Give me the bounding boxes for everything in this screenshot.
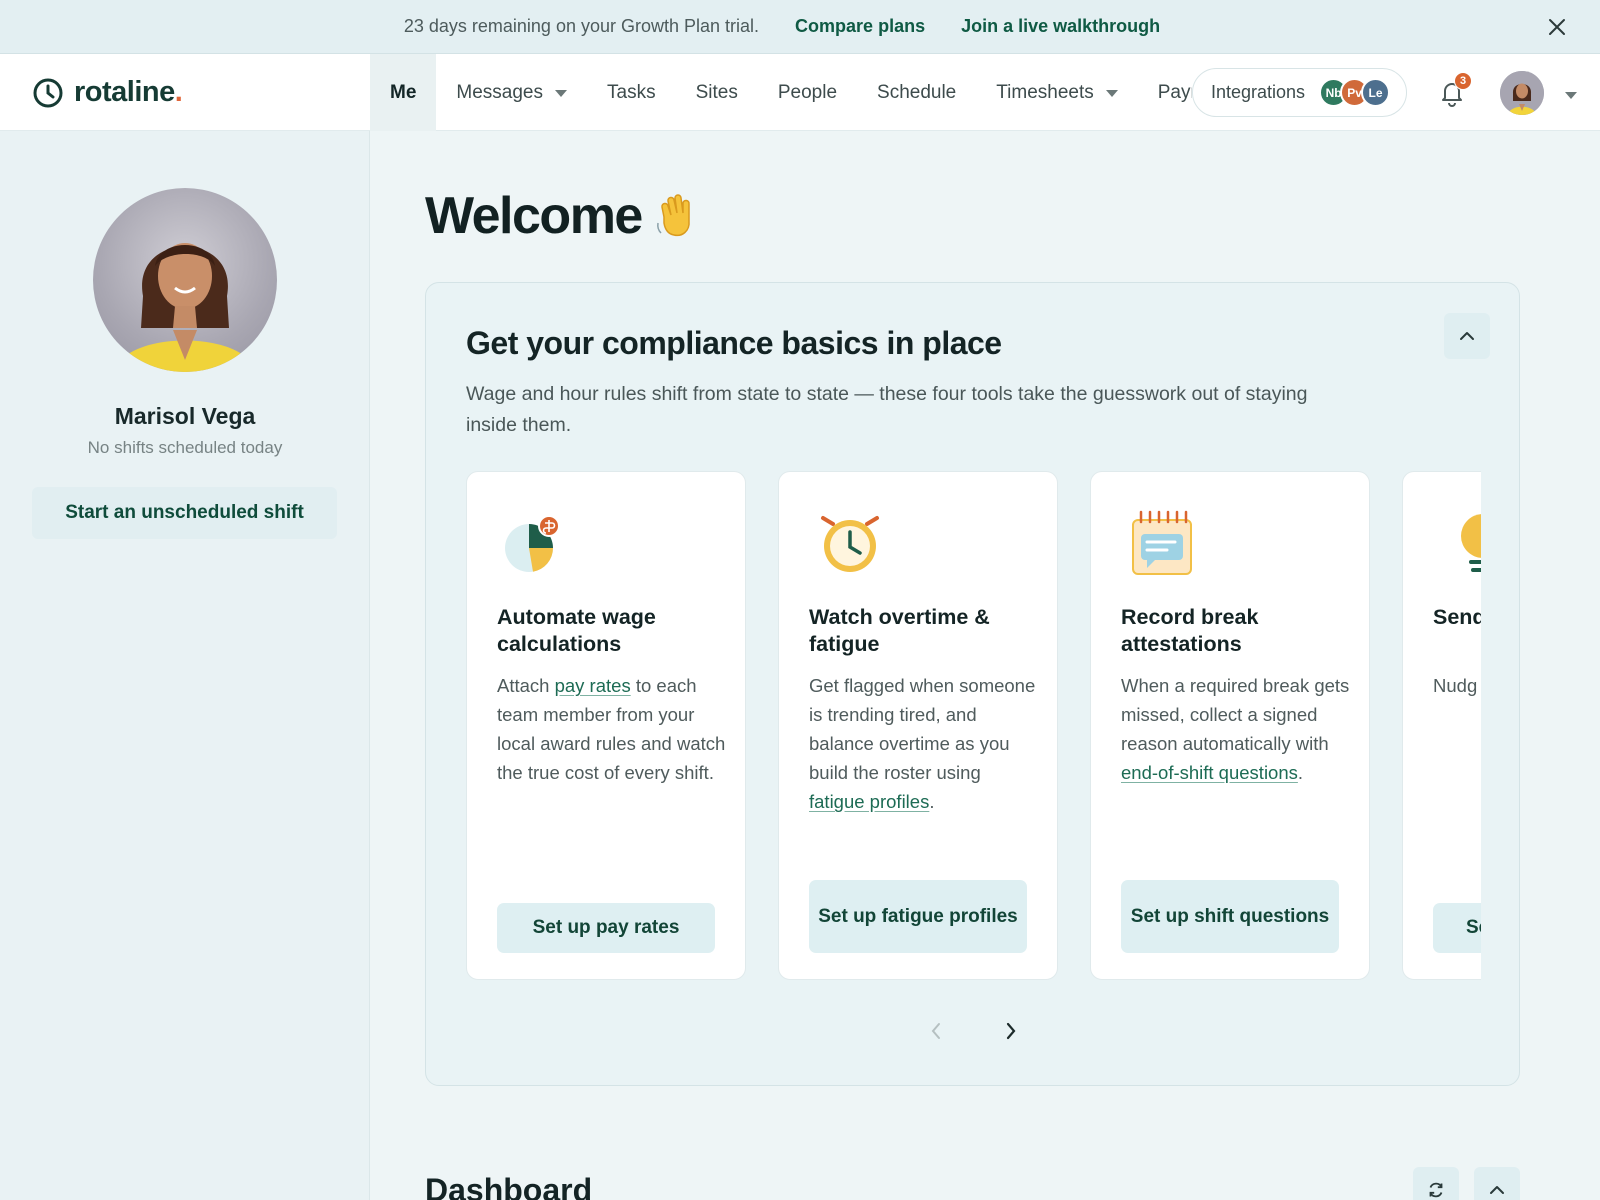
profile-sidebar: Marisol Vega No shifts scheduled today S…	[0, 131, 370, 1200]
notification-badge: 3	[1454, 72, 1472, 90]
clock-logo-icon	[33, 78, 63, 107]
card-wage-calculations: Automate wage calculations Attach pay ra…	[466, 471, 746, 980]
lightbulb-icon	[1461, 514, 1481, 572]
card-body: When a required break gets missed, colle…	[1121, 675, 1350, 783]
user-avatar[interactable]	[1500, 71, 1544, 115]
chevron-up-icon	[1490, 1186, 1504, 1194]
compare-plans-link[interactable]: Compare plans	[795, 16, 925, 37]
start-unscheduled-shift-button[interactable]: Start an unscheduled shift	[32, 487, 337, 539]
card-body: Attach pay rates to each team member fro…	[497, 675, 726, 783]
end-of-shift-questions-link[interactable]: end-of-shift questions	[1121, 762, 1298, 783]
profile-photo	[93, 188, 277, 372]
card-body: Nudg a rest then I in one	[1433, 675, 1481, 696]
chevron-right-icon	[1006, 1022, 1016, 1040]
live-walkthrough-link[interactable]: Join a live walkthrough	[961, 16, 1160, 37]
logo-text: rotaline.	[74, 76, 183, 108]
stopwatch-icon	[821, 516, 879, 572]
compliance-carousel: Automate wage calculations Attach pay ra…	[466, 471, 1481, 981]
top-nav: rotaline. Me Messages Tasks Sites People…	[0, 54, 1600, 131]
chevron-down-icon	[555, 90, 568, 97]
card-body: Get flagged when someone is trending tir…	[809, 675, 1036, 812]
refresh-icon	[1429, 1182, 1443, 1198]
tab-schedule[interactable]: Schedule	[857, 54, 976, 131]
compliance-description: Wage and hour rules shift from state to …	[466, 383, 1308, 436]
chevron-up-icon	[1460, 332, 1474, 340]
card-title: Watch overtime & fatigue	[809, 605, 990, 656]
tab-people[interactable]: People	[758, 54, 857, 131]
wage-chart-icon	[505, 515, 560, 572]
chevron-left-icon	[931, 1023, 940, 1039]
compliance-panel: Get your compliance basics in place Wage…	[425, 282, 1520, 1086]
card-break-attestations: Record break attestations When a require…	[1090, 471, 1370, 980]
tab-payroll[interactable]: Payr	[1138, 54, 1192, 131]
collapse-panel-button[interactable]	[1444, 313, 1490, 359]
card-overtime-fatigue: Watch overtime & fatigue Get flagged whe…	[778, 471, 1058, 980]
card-title: Automate wage calculations	[497, 605, 656, 656]
set-up-fatigue-profiles-button[interactable]: Set up fatigue profiles	[809, 880, 1027, 953]
set-up-reminders-button[interactable]: Se	[1433, 903, 1481, 953]
integrations-label: Integrations	[1211, 82, 1306, 102]
page-title: Welcome	[425, 186, 698, 246]
profile-status: No shifts scheduled today	[87, 438, 283, 457]
trial-text: 23 days remaining on your Growth Plan tr…	[403, 16, 760, 36]
card-title: Record break attestations	[1121, 605, 1259, 656]
user-photo	[1500, 71, 1544, 115]
tab-sites[interactable]: Sites	[676, 54, 758, 131]
nav-tabs: Me Messages Tasks Sites People Schedule …	[370, 54, 1192, 131]
card-title: Send remi	[1433, 605, 1481, 629]
tab-tasks[interactable]: Tasks	[587, 54, 676, 131]
dashboard-title: Dashboard	[425, 1172, 593, 1200]
logo[interactable]: rotaline.	[32, 54, 183, 131]
profile-name: Marisol Vega	[114, 403, 256, 429]
chevron-down-icon[interactable]	[1565, 92, 1577, 99]
refresh-dashboard-button[interactable]	[1413, 1167, 1459, 1200]
fatigue-profiles-link[interactable]: fatigue profiles	[809, 791, 929, 812]
tab-messages[interactable]: Messages	[436, 54, 587, 131]
waving-hand-icon	[656, 194, 690, 237]
chevron-down-icon	[1105, 90, 1118, 97]
carousel-next-button[interactable]	[996, 1016, 1026, 1046]
trial-banner: 23 days remaining on your Growth Plan tr…	[0, 0, 1600, 54]
set-up-pay-rates-button[interactable]: Set up pay rates	[497, 903, 715, 953]
integration-avatars: Nb Pv Le	[1319, 78, 1391, 107]
pay-rates-link[interactable]: pay rates	[555, 675, 631, 696]
set-up-shift-questions-button[interactable]: Set up shift questions	[1121, 880, 1339, 953]
compliance-title: Get your compliance basics in place	[466, 325, 1002, 361]
card-send-reminders: Send remi Nudg a rest then I in one Se	[1402, 471, 1481, 980]
integration-avatar: Le	[1361, 78, 1391, 107]
notepad-message-icon	[1132, 510, 1192, 575]
carousel-prev-button[interactable]	[921, 1016, 951, 1046]
integrations-button[interactable]: Integrations Nb Pv Le	[1192, 68, 1407, 117]
tab-me[interactable]: Me	[370, 54, 437, 131]
close-icon[interactable]	[1544, 14, 1570, 40]
collapse-dashboard-button[interactable]	[1474, 1167, 1520, 1200]
tab-timesheets[interactable]: Timesheets	[976, 54, 1138, 131]
